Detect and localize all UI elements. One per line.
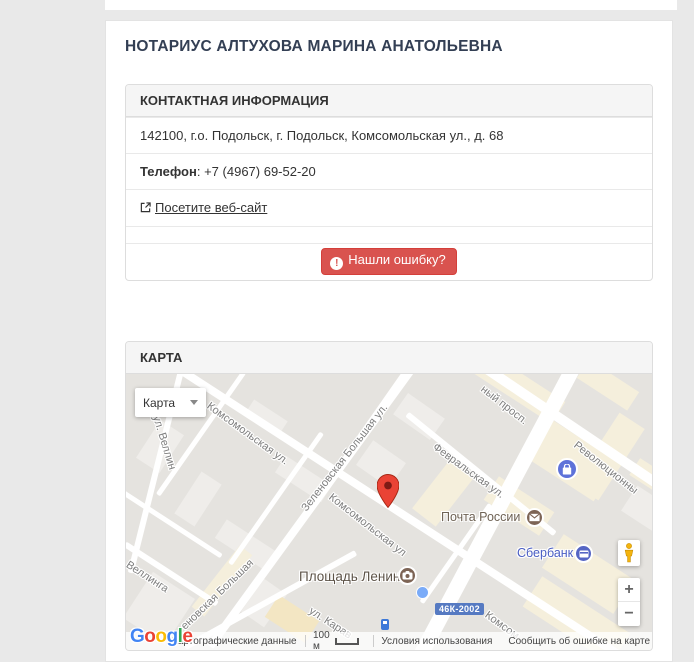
contact-panel: КОНТАКТНАЯ ИНФОРМАЦИЯ 142100, г.о. Подол… bbox=[125, 84, 653, 281]
previous-card-remnant bbox=[105, 0, 677, 10]
map-type-dropdown[interactable]: Карта bbox=[135, 388, 206, 417]
chevron-down-icon bbox=[190, 400, 198, 405]
map-building bbox=[174, 471, 221, 526]
google-map[interactable]: ул. Веллин Комсомольская ул. Зеленовская… bbox=[126, 374, 653, 650]
location-marker-pin[interactable] bbox=[377, 474, 399, 513]
website-row: Посетите веб-сайт bbox=[126, 189, 652, 226]
poi-label-lenin-square[interactable]: Площадь Ленина bbox=[299, 569, 408, 584]
report-error-button[interactable]: ! Нашли ошибку? bbox=[321, 248, 456, 275]
pegman-control[interactable] bbox=[618, 540, 640, 566]
website-link[interactable]: Посетите веб-сайт bbox=[140, 200, 267, 215]
poi-label-post-office[interactable]: Почта России bbox=[441, 510, 520, 524]
zoom-control: + − bbox=[618, 578, 640, 626]
phone-colon: : bbox=[197, 164, 201, 179]
map-building bbox=[577, 374, 639, 411]
map-building bbox=[621, 486, 653, 533]
error-button-row: ! Нашли ошибку? bbox=[126, 243, 652, 280]
map-type-label: Карта bbox=[143, 396, 175, 410]
road-shield: 46К-2002 bbox=[435, 603, 484, 615]
address-text: 142100, г.о. Подольск, г. Подольск, Комс… bbox=[140, 128, 504, 143]
address-row: 142100, г.о. Подольск, г. Подольск, Комс… bbox=[126, 117, 652, 153]
pegman-icon bbox=[623, 543, 635, 563]
post-office-icon[interactable] bbox=[525, 508, 544, 527]
lenin-square-camera-icon[interactable] bbox=[398, 566, 417, 585]
phone-row: Телефон: +7 (4967) 69-52-20 bbox=[126, 153, 652, 189]
report-error-label: Нашли ошибку? bbox=[348, 252, 445, 267]
content-card: НОТАРИУС АЛТУХОВА МАРИНА АНАТОЛЬЕВНА КОН… bbox=[105, 20, 673, 662]
zoom-out-button[interactable]: − bbox=[618, 602, 640, 626]
transit-stop-icon[interactable] bbox=[381, 619, 389, 630]
map-panel-header: КАРТА bbox=[126, 342, 652, 374]
blue-dot-poi bbox=[416, 586, 429, 599]
terms-link[interactable]: Условия использования bbox=[381, 636, 492, 647]
scale-bar bbox=[335, 638, 359, 645]
exclamation-icon: ! bbox=[330, 257, 343, 270]
shopping-icon[interactable] bbox=[556, 458, 578, 480]
sberbank-icon[interactable] bbox=[574, 544, 593, 563]
report-map-error-link[interactable]: Сообщить об ошибке на карте bbox=[508, 636, 650, 647]
empty-row bbox=[126, 226, 652, 243]
scale-text: 100 м bbox=[313, 630, 330, 650]
website-link-label: Посетите веб-сайт bbox=[155, 200, 267, 215]
map-building bbox=[393, 393, 445, 440]
map-panel: КАРТА bbox=[125, 341, 653, 651]
page-title: НОТАРИУС АЛТУХОВА МАРИНА АНАТОЛЬЕВНА bbox=[125, 38, 653, 56]
external-link-icon bbox=[140, 200, 151, 217]
poi-label-sberbank[interactable]: Сбербанк bbox=[517, 546, 573, 560]
phone-value: +7 (4967) 69-52-20 bbox=[204, 164, 316, 179]
google-logo[interactable]: Google bbox=[130, 626, 192, 648]
contact-panel-header: КОНТАКТНАЯ ИНФОРМАЦИЯ bbox=[126, 85, 652, 117]
phone-label: Телефон bbox=[140, 164, 197, 179]
zoom-in-button[interactable]: + bbox=[618, 578, 640, 602]
map-attribution-bar: Картографические данные 100 м Условия ис… bbox=[126, 632, 653, 650]
